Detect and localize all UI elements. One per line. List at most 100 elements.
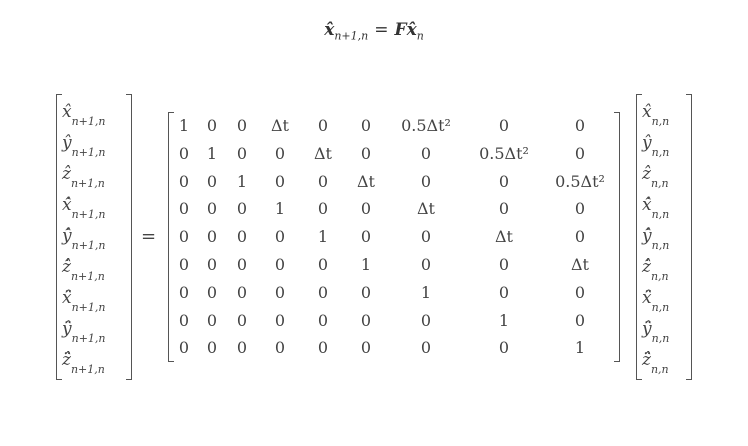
matrix-cell: Δt — [571, 255, 589, 274]
transition-matrix-symbol: F — [394, 20, 407, 40]
current-state-entry: x̂̇n,n — [636, 191, 692, 222]
matrix-row: 000000010 — [168, 307, 620, 335]
predicted-state-entry: x̂n+1,n — [56, 98, 132, 129]
matrix-cell: 0 — [420, 255, 432, 274]
current-state-entry-subscript: n,n — [651, 332, 670, 346]
current-state-entry-subscript: n,n — [650, 270, 669, 284]
matrix-cell: 0.5Δt² — [479, 143, 529, 163]
current-state-entry-symbol: ẑ — [642, 164, 651, 184]
matrix-cell: 0 — [574, 227, 586, 247]
equals-sign: = — [374, 20, 389, 40]
current-state-entry-subscript: n,n — [651, 146, 670, 160]
predicted-state-entry: x̂̈n+1,n — [56, 284, 132, 315]
predicted-state-entry: ẑ̇n+1,n — [56, 253, 132, 284]
matrix-cell: 0 — [574, 116, 586, 135]
predicted-state-entry-subscript: n+1,n — [71, 239, 106, 253]
predicted-state-entry: ŷn+1,n — [56, 129, 132, 160]
matrix-cell: 0 — [420, 338, 432, 358]
current-state-entry: ŷ̈n,n — [636, 315, 692, 346]
current-state-subscript: n — [416, 29, 424, 43]
predicted-state-entry-symbol: ẑ — [62, 164, 71, 184]
current-state-entry: ŷ̇n,n — [636, 222, 692, 253]
matrix-row: 0 0 0 1 0 0 Δt 0 0 — [168, 195, 620, 223]
matrix-row: 0 0 0 0 1 0 0 Δt 0 — [168, 223, 620, 251]
predicted-state-subscript: n+1,n — [334, 29, 369, 43]
matrix-row: 000000001 — [168, 334, 620, 362]
matrix-cell: 0 — [420, 227, 432, 247]
matrix-cell: 0 — [498, 199, 510, 219]
current-state-entry: ẑ̈n,n — [636, 346, 692, 377]
predicted-state-vector: x̂n+1,n ŷn+1,n ẑn+1,n x̂̇n+1,n ŷ̇n+1,n ẑ̇n+1,… — [56, 94, 132, 380]
current-state-entry-symbol: ẑ̈ — [642, 350, 651, 370]
matrix-cell: 0 — [574, 310, 586, 330]
predicted-state-entry-symbol: x̂̇ — [62, 195, 72, 215]
predicted-state-entry-subscript: n+1,n — [71, 115, 106, 129]
matrix-cell: 0 — [420, 143, 432, 163]
matrix-cell: 1 — [420, 282, 432, 302]
predicted-state-entry-symbol: ẑ̈ — [62, 350, 71, 370]
matrix-cell: 0 — [498, 338, 510, 358]
matrix-cell: 0 — [498, 171, 510, 191]
matrix-cell: Δt — [495, 227, 513, 247]
current-state-entry-symbol: ŷ — [642, 133, 652, 153]
matrix-cell: 1 — [498, 310, 510, 330]
predicted-state-entry-symbol: ŷ — [62, 133, 72, 153]
predicted-state-entry-symbol: x̂ — [62, 102, 72, 122]
current-state-entry: ẑ̇n,n — [636, 253, 692, 284]
predicted-state-entry-subscript: n+1,n — [70, 177, 105, 191]
current-state-entry: x̂̈n,n — [636, 284, 692, 315]
matrix-row: 1 0 0 Δt 0 0 0.5Δt² 0 0 — [168, 112, 620, 140]
state-extrapolation-equation: x̂n+1,n = Fx̂n — [0, 20, 748, 42]
matrix-cell: 0.5Δt² — [401, 116, 451, 135]
predicted-state-entry-subscript: n+1,n — [71, 332, 106, 346]
current-state-entry-symbol: x̂ — [642, 102, 652, 122]
predicted-state-entry: x̂̇n+1,n — [56, 191, 132, 222]
matrix-cell: 0 — [574, 282, 586, 302]
predicted-state-entry-symbol: ẑ̇ — [62, 257, 71, 277]
matrix-row: 0 0 0 0 0 1 0 0 Δt — [168, 251, 620, 279]
matrix-cell: 0 — [420, 171, 432, 191]
matrix-row: 0 1 0 0 Δt 0 0 0.5Δt² 0 — [168, 140, 620, 168]
current-state-entry-symbol: ẑ̇ — [642, 257, 651, 277]
predicted-state-entry-subscript: n+1,n — [70, 363, 105, 377]
current-state-entry-subscript: n,n — [651, 239, 670, 253]
current-state-entry-symbol: x̂̇ — [642, 195, 652, 215]
matrix-row: 0 0 1 0 0 Δt 0 0 0.5Δt² — [168, 168, 620, 196]
matrix-cell: 0.5Δt² — [555, 171, 605, 191]
current-state-entry-subscript: n,n — [650, 177, 669, 191]
matrix-cell: 0 — [420, 310, 432, 330]
current-state-entry-symbol: x̂̈ — [642, 288, 652, 308]
matrix-cell: 0 — [574, 199, 586, 219]
current-state-vector: x̂n,n ŷn,n ẑn,n x̂̇n,n ŷ̇n,n ẑ̇n,n x̂̈n,n ŷ̈n,n… — [636, 94, 692, 380]
current-state-entry: ẑn,n — [636, 160, 692, 191]
predicted-state-entry: ẑ̈n+1,n — [56, 346, 132, 377]
matrix-cell: Δt — [417, 199, 435, 219]
matrix-cell: 0 — [498, 255, 510, 274]
current-state-entry-subscript: n,n — [651, 208, 670, 222]
current-state-entry: x̂n,n — [636, 98, 692, 129]
matrix-row: 000000100 — [168, 279, 620, 307]
predicted-state-entry: ŷ̈n+1,n — [56, 315, 132, 346]
predicted-state-symbol: x̂ — [324, 20, 335, 40]
current-state-entry-subscript: n,n — [651, 301, 670, 315]
matrix-cell: 0 — [574, 143, 586, 163]
current-state-entry-symbol: ŷ̈ — [642, 319, 652, 339]
current-state-entry-subscript: n,n — [650, 363, 669, 377]
predicted-state-entry: ẑn+1,n — [56, 160, 132, 191]
predicted-state-entry: ŷ̇n+1,n — [56, 222, 132, 253]
current-state-entry-symbol: ŷ̇ — [642, 226, 652, 246]
matrix-cell: 0 — [498, 282, 510, 302]
current-state-symbol: x̂ — [406, 20, 417, 40]
current-state-entry: ŷn,n — [636, 129, 692, 160]
predicted-state-entry-subscript: n+1,n — [71, 146, 106, 160]
predicted-state-entry-symbol: ŷ̇ — [62, 226, 72, 246]
predicted-state-entry-subscript: n+1,n — [71, 301, 106, 315]
state-transition-matrix: 1 0 0 Δt 0 0 0.5Δt² 0 0 0 1 0 0 Δt 0 0 0.5Δt² 0 0 0 1 0 0 Δt 0 0 0… — [168, 112, 620, 362]
predicted-state-entry-subscript: n+1,n — [70, 270, 105, 284]
matrix-cell: 0 — [498, 116, 510, 135]
matrix-cell: 1 — [574, 338, 586, 358]
predicted-state-entry-subscript: n+1,n — [71, 208, 106, 222]
current-state-entry-subscript: n,n — [651, 115, 670, 129]
predicted-state-entry-symbol: ŷ̈ — [62, 319, 72, 339]
predicted-state-entry-symbol: x̂̈ — [62, 288, 72, 308]
